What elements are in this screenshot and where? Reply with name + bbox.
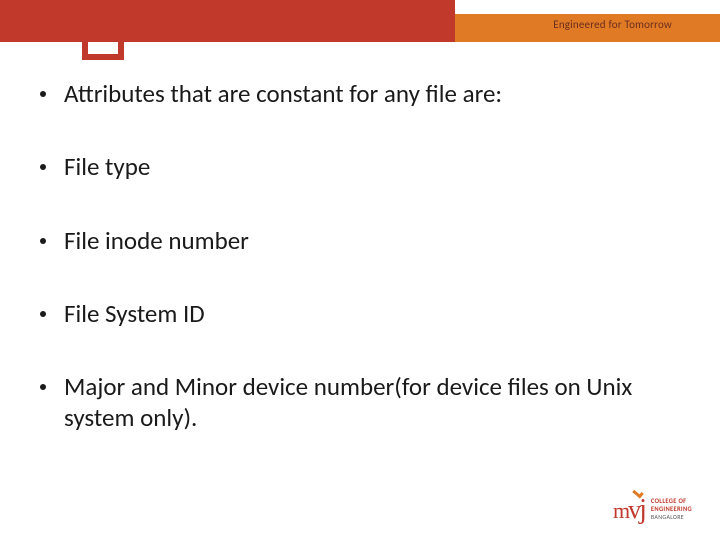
logo-letter-m: m — [613, 501, 628, 521]
logo-letter-v: v — [628, 498, 639, 521]
bullet-item: File System ID — [40, 298, 680, 329]
header-brand-block — [0, 0, 455, 42]
header-notch-icon — [82, 42, 124, 60]
bullet-dot-icon — [40, 238, 46, 244]
bullet-text: File inode number — [64, 225, 680, 256]
bullet-text: Attributes that are constant for any fil… — [64, 78, 680, 109]
slide-content: Attributes that are constant for any fil… — [40, 78, 680, 476]
bullet-item: File inode number — [40, 225, 680, 256]
logo-text-block: COLLEGE OF ENGINEERING BANGALORE — [651, 498, 692, 521]
logo-letter-j: j — [639, 497, 645, 522]
bullet-text: Major and Minor device number(for device… — [64, 371, 680, 434]
bullet-item: File type — [40, 151, 680, 182]
header-tagline: Engineered for Tomorrow — [553, 18, 672, 31]
bullet-dot-icon — [40, 311, 46, 317]
bullet-text: File type — [64, 151, 680, 182]
logo-mark-icon: mvj — [613, 497, 645, 522]
logo-text-line: BANGALORE — [651, 514, 692, 521]
bullet-dot-icon — [40, 91, 46, 97]
bullet-dot-icon — [40, 164, 46, 170]
bullet-item: Major and Minor device number(for device… — [40, 371, 680, 434]
bullet-item: Attributes that are constant for any fil… — [40, 78, 680, 109]
bullet-text: File System ID — [64, 298, 680, 329]
bullet-dot-icon — [40, 384, 46, 390]
footer-logo: mvj COLLEGE OF ENGINEERING BANGALORE — [613, 497, 692, 522]
